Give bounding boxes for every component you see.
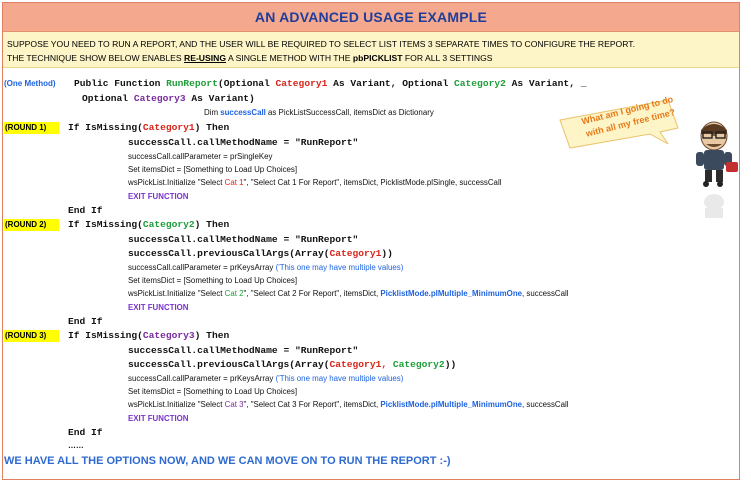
round-1-if: If IsMissing(Category1) Then <box>68 122 229 133</box>
variable-successcall: successCall <box>220 108 266 117</box>
param-category2: Category2 <box>142 219 195 230</box>
cat-3-label: Cat 3 <box>224 400 244 409</box>
ellipsis: …… <box>68 441 84 450</box>
function-name: RunReport <box>166 78 218 89</box>
round-3-previous-args: successCall.previousCallArgs(Array(Categ… <box>128 359 456 370</box>
code-text: ) Then <box>194 122 230 133</box>
code-text: As Variant, Optional <box>327 78 455 89</box>
page-title: AN ADVANCED USAGE EXAMPLE <box>254 9 488 25</box>
round-2-exit-function: EXIT FUNCTION <box>128 303 189 312</box>
intro-text: THE TECHNIQUE SHOW BELOW ENABLES <box>7 53 184 63</box>
round-1-initialize: wsPickList.Initialize "Select Cat 1", "S… <box>128 178 501 187</box>
code-text: successCall.previousCallArgs(Array( <box>128 359 330 370</box>
code-text: )) <box>444 359 457 370</box>
round-1-end-if: End If <box>68 205 103 216</box>
code-text: Public Function <box>74 78 167 89</box>
title-bar: AN ADVANCED USAGE EXAMPLE <box>3 3 739 32</box>
code-text: successCall.callParameter = prKeysArray <box>128 374 276 383</box>
code-text: As Variant) <box>185 93 255 104</box>
code-text: (Optional <box>217 78 276 89</box>
picklist-mode-multiple: PicklistMode.plMultiple_MinimumOne <box>380 400 523 409</box>
picklist-mode-multiple: PicklistMode.plMultiple_MinimumOne <box>380 289 523 298</box>
code-text: ", "Select Cat 3 For Report", itemsDict, <box>243 400 381 409</box>
code-text: If IsMissing( <box>68 122 143 133</box>
dim-line: Dim successCall as PickListSuccessCall, … <box>204 108 434 117</box>
code-text: , successCall <box>522 400 569 409</box>
code-text: ) Then <box>194 330 230 341</box>
round-1-set-items: Set itemsDict = [Something to Load Up Ch… <box>128 165 298 174</box>
round-1-label: (ROUND 1) <box>4 122 59 134</box>
round-2-initialize: wsPickList.Initialize "Select Cat 2", "S… <box>128 289 569 298</box>
round-2-method-name: successCall.callMethodName = "RunReport" <box>128 234 359 245</box>
code-comment: ('This one may have multiple values) <box>275 263 404 272</box>
code-text: Optional <box>82 93 134 104</box>
round-2-call-parameter: successCall.callParameter = prKeysArray … <box>128 263 403 272</box>
cat-2-label: Cat 2 <box>224 289 244 298</box>
footer-message: WE HAVE ALL THE OPTIONS NOW, AND WE CAN … <box>4 455 451 467</box>
intro-text: A SINGLE METHOD WITH THE <box>226 53 353 63</box>
round-1-method-name: successCall.callMethodName = "RunReport" <box>128 137 359 148</box>
code-text: If IsMissing( <box>68 330 143 341</box>
param-category1: Category1 <box>329 248 382 259</box>
intro-box: SUPPOSE YOU NEED TO RUN A REPORT, AND TH… <box>3 32 739 68</box>
code-text: Dim <box>204 108 221 117</box>
code-text: wsPickList.Initialize "Select <box>128 289 225 298</box>
round-3-label: (ROUND 3) <box>4 330 59 342</box>
code-text: ) Then <box>194 219 230 230</box>
code-text: wsPickList.Initialize "Select <box>128 178 225 187</box>
round-2-end-if: End If <box>68 316 103 327</box>
param-category2: Category2 <box>392 359 445 370</box>
code-text: As Variant, _ <box>505 78 587 89</box>
code-text: successCall.callParameter = prKeysArray <box>128 263 276 272</box>
round-2-set-items: Set itemsDict = [Something to Load Up Ch… <box>128 276 298 285</box>
intro-text: FOR ALL 3 SETTINGS <box>402 53 493 63</box>
code-text: )) <box>381 248 393 259</box>
round-3-call-parameter: successCall.callParameter = prKeysArray … <box>128 374 403 383</box>
avatar <box>696 121 738 218</box>
code-text: If IsMissing( <box>68 219 143 230</box>
function-signature-line-1: Public Function RunReport(Optional Categ… <box>74 78 586 89</box>
round-1-call-parameter: successCall.callParameter = prSingleKey <box>128 152 273 161</box>
round-2-if: If IsMissing(Category2) Then <box>68 219 229 230</box>
param-category1: Category1 <box>275 78 328 89</box>
code-text: as PickListSuccessCall, itemsDict as Dic… <box>265 108 434 117</box>
param-category2: Category2 <box>454 78 506 89</box>
cat-1-label: Cat 1 <box>224 178 244 187</box>
round-3-if: If IsMissing(Category3) Then <box>68 330 229 341</box>
round-3-end-if: End If <box>68 427 103 438</box>
code-text: ", "Select Cat 2 For Report", itemsDict, <box>243 289 381 298</box>
round-3-exit-function: EXIT FUNCTION <box>128 414 189 423</box>
one-method-label: (One Method) <box>4 79 56 88</box>
param-category1: Category1 <box>329 359 382 370</box>
round-2-label: (ROUND 2) <box>4 219 59 231</box>
code-text: , <box>381 359 393 370</box>
intro-reusing: RE-USING <box>184 53 227 63</box>
param-category3: Category3 <box>133 93 186 104</box>
round-3-method-name: successCall.callMethodName = "RunReport" <box>128 345 359 356</box>
round-3-initialize: wsPickList.Initialize "Select Cat 3", "S… <box>128 400 569 409</box>
code-text: wsPickList.Initialize "Select <box>128 400 225 409</box>
code-text: , successCall <box>522 289 569 298</box>
code-text: successCall.previousCallArgs(Array( <box>128 248 330 259</box>
code-text: ", "Select Cat 1 For Report", itemsDict,… <box>243 178 502 187</box>
intro-line-2: THE TECHNIQUE SHOW BELOW ENABLES RE-USIN… <box>7 51 735 65</box>
round-1-exit-function: EXIT FUNCTION <box>128 192 189 201</box>
param-category3: Category3 <box>142 330 195 341</box>
round-3-set-items: Set itemsDict = [Something to Load Up Ch… <box>128 387 298 396</box>
function-signature-line-2: Optional Category3 As Variant) <box>82 93 255 104</box>
round-2-previous-args: successCall.previousCallArgs(Array(Categ… <box>128 248 393 259</box>
intro-pbpicklist: pbPICKLIST <box>352 53 403 63</box>
intro-line-1: SUPPOSE YOU NEED TO RUN A REPORT, AND TH… <box>7 39 635 49</box>
code-comment: ('This one may have multiple values) <box>275 374 404 383</box>
param-category1: Category1 <box>142 122 195 133</box>
